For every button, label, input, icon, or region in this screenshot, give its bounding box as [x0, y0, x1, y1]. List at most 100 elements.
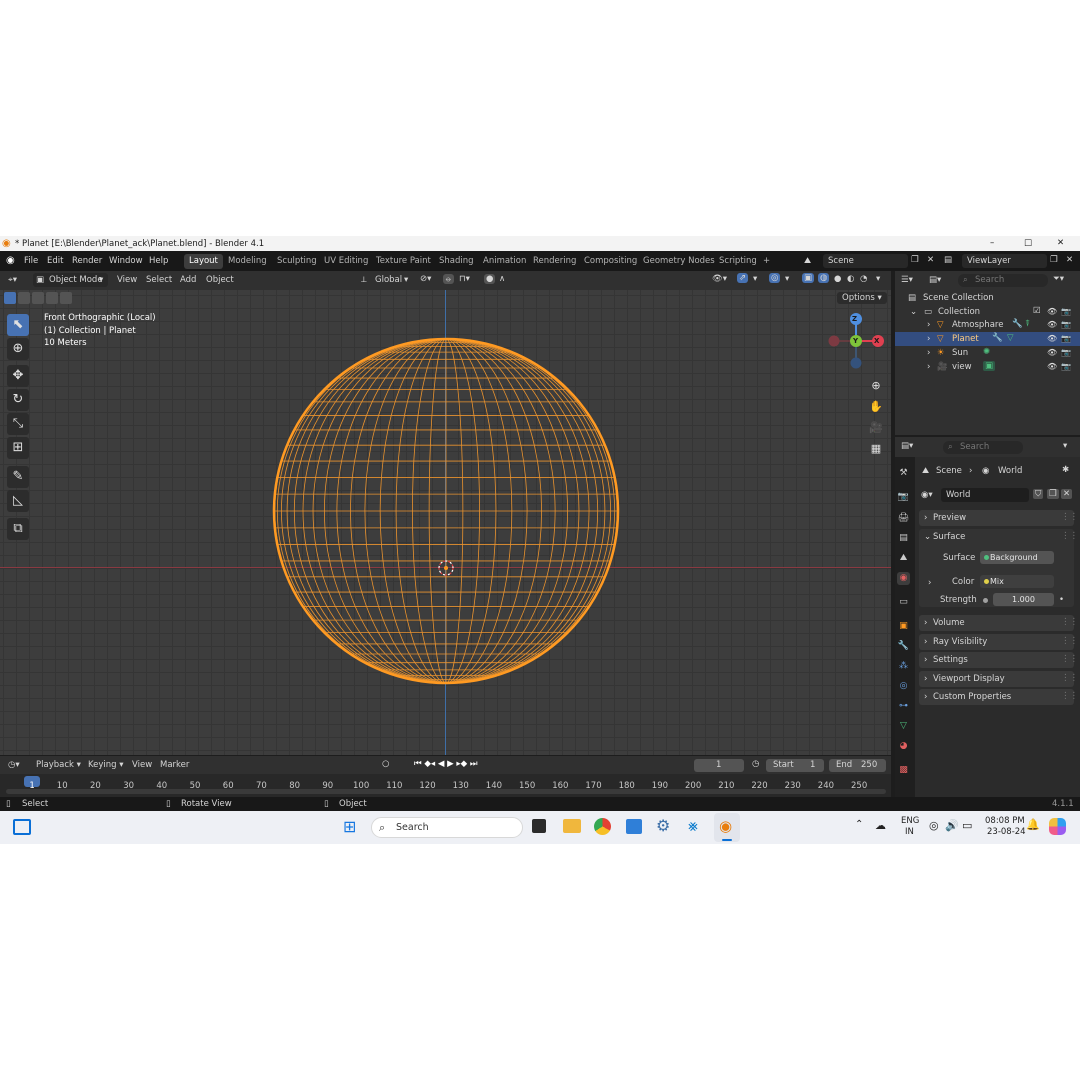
minimize-button[interactable]: –	[990, 238, 994, 248]
3d-cursor-icon[interactable]	[434, 556, 458, 580]
drag-handle-icon[interactable]: ⋮⋮	[1061, 673, 1078, 683]
tab-compositing[interactable]: Compositing	[579, 254, 642, 269]
language-line2[interactable]: IN	[905, 827, 914, 837]
add-workspace-button[interactable]: +	[758, 254, 775, 269]
wireframe-shading-icon[interactable]: ◍	[818, 273, 830, 283]
tab-layout[interactable]: Layout	[184, 254, 223, 269]
close-button[interactable]: ✕	[1057, 238, 1064, 248]
eye-icon[interactable]: 👁	[1047, 334, 1057, 343]
view-layer-selector[interactable]: ViewLayer	[962, 254, 1047, 268]
chevron-down-icon[interactable]: ▾	[785, 274, 789, 284]
new-view-layer-icon[interactable]: ❐	[1050, 255, 1058, 265]
timeline-menu-view[interactable]: View	[132, 760, 152, 770]
constraints-tab-icon[interactable]: ⊶	[897, 700, 910, 713]
eye-icon[interactable]: 👁	[1047, 362, 1057, 371]
menu-window[interactable]: Window	[109, 256, 143, 266]
ray-visibility-panel-header[interactable]: › Ray Visibility ⋮⋮	[919, 634, 1078, 650]
tab-animation[interactable]: Animation	[478, 254, 531, 269]
timeline-menu-playback[interactable]: Playback ▾	[36, 760, 81, 770]
chevron-down-icon[interactable]: ▾	[876, 274, 880, 284]
drag-handle-icon[interactable]: ⋮⋮	[1061, 531, 1078, 541]
tab-rendering[interactable]: Rendering	[528, 254, 581, 269]
fake-user-icon[interactable]: ⛉	[1033, 489, 1044, 499]
surface-section-label[interactable]: Surface	[933, 532, 965, 542]
physics-tab-icon[interactable]: ◎	[897, 680, 910, 693]
outliner-row-atmosphare[interactable]: › ▽ Atmosphare 🔧 ⍒ 👁 📷	[895, 318, 1080, 332]
eye-icon[interactable]: 👁	[1047, 348, 1057, 357]
chevron-up-icon[interactable]: ⌃	[855, 819, 863, 830]
clock-date[interactable]: 23-08-24	[987, 827, 1026, 837]
view-layer-tab-icon[interactable]: ▤	[897, 532, 910, 545]
clock-time[interactable]: 08:08 PM	[985, 816, 1025, 826]
falloff-icon[interactable]: ∧	[499, 274, 505, 284]
modifier-tab-icon[interactable]: 🔧	[897, 640, 910, 653]
rotate-tool-icon[interactable]: ↻	[7, 389, 29, 411]
cursor-tool-icon[interactable]: ⊕	[7, 338, 29, 360]
tool-tab-icon[interactable]: ⚒	[897, 467, 910, 480]
pin-icon[interactable]: ✱	[1062, 465, 1069, 475]
planet-wireframe[interactable]	[266, 334, 626, 688]
select-invert-icon[interactable]	[46, 292, 58, 304]
chevron-down-icon[interactable]: ⌄	[924, 532, 931, 542]
start-frame-field[interactable]: Start 1	[766, 759, 824, 772]
tab-texture-paint[interactable]: Texture Paint	[371, 254, 436, 269]
properties-search-input[interactable]: ⌕ Search	[943, 441, 1023, 454]
outliner-search-input[interactable]: ⌕ Search	[958, 274, 1048, 287]
color-input-field[interactable]: Mix	[980, 575, 1054, 588]
network-tray-icon[interactable]: ☁	[875, 819, 886, 832]
annotate-tool-icon[interactable]: ✎	[7, 466, 29, 488]
move-tool-icon[interactable]: ✥	[7, 365, 29, 387]
tab-scripting[interactable]: Scripting	[714, 254, 762, 269]
visibility-icon[interactable]: 👁▾	[712, 274, 727, 284]
snap-icon[interactable]: ⦵	[443, 274, 455, 284]
blender-menu-icon[interactable]: ◉	[6, 255, 15, 266]
globe-icon[interactable]: ◎	[929, 819, 939, 832]
select-box-tool-icon[interactable]: ⬉	[7, 314, 29, 336]
select-new-icon[interactable]	[4, 292, 16, 304]
viewport-menu-select[interactable]: Select	[146, 275, 172, 285]
scene-tab-icon[interactable]: ⛰	[897, 552, 910, 565]
tab-uv-editing[interactable]: UV Editing	[319, 254, 373, 269]
solid-shading-icon[interactable]: ●	[834, 274, 841, 284]
filter-icon[interactable]: ⏷▾	[1053, 274, 1064, 284]
outliner-row-planet[interactable]: › ▽ Planet 🔧 ▽ 👁 📷	[895, 332, 1080, 346]
remove-view-layer-icon[interactable]: ✕	[1066, 255, 1073, 265]
measure-tool-icon[interactable]: ◺	[7, 490, 29, 512]
new-scene-icon[interactable]: ❐	[911, 255, 919, 265]
chevron-right-icon[interactable]: ›	[927, 320, 930, 330]
3d-viewport[interactable]: Options ▾ ⬉ ⊕ ✥ ↻ ⤡ ⊞ ✎ ◺ ⧉ Front Orthog…	[0, 290, 891, 755]
scene-selector[interactable]: Scene	[823, 254, 908, 268]
select-extend-icon[interactable]	[18, 292, 30, 304]
chevron-right-icon[interactable]: ›	[927, 334, 930, 344]
chevron-right-icon[interactable]: ›	[927, 348, 930, 358]
tab-sculpting[interactable]: Sculpting	[272, 254, 322, 269]
drag-handle-icon[interactable]: ⋮⋮	[1061, 636, 1078, 646]
select-intersect-icon[interactable]	[60, 292, 72, 304]
scale-tool-icon[interactable]: ⤡	[7, 413, 29, 435]
add-cube-tool-icon[interactable]: ⧉	[7, 518, 29, 540]
chevron-down-icon[interactable]: ▾	[1063, 441, 1067, 451]
timeline-menu-keying[interactable]: Keying ▾	[88, 760, 124, 770]
camera-icon[interactable]: 📷	[1061, 334, 1071, 343]
vscode-icon[interactable]: ⨳	[688, 816, 698, 836]
keyframe-dot-icon[interactable]: •	[1059, 595, 1064, 605]
zoom-icon[interactable]: ⊕	[866, 376, 886, 396]
duplicate-icon[interactable]: ❐	[1047, 489, 1059, 499]
world-browse-icon[interactable]: ◉▾	[921, 490, 933, 500]
editor-type-icon[interactable]: ⌖▾	[8, 275, 17, 285]
unlink-icon[interactable]: ✕	[1061, 489, 1073, 499]
drag-handle-icon[interactable]: ⋮⋮	[1061, 617, 1078, 627]
chevron-down-icon[interactable]: ⌄	[910, 307, 917, 317]
chrome-icon[interactable]	[594, 818, 611, 835]
overlay-toggle-icon[interactable]: ◎	[769, 273, 781, 283]
options-dropdown[interactable]: Options ▾	[837, 292, 887, 304]
timeline-menu-marker[interactable]: Marker	[160, 760, 189, 770]
viewport-menu-object[interactable]: Object	[206, 275, 234, 285]
collection-tab-icon[interactable]: ▭	[897, 596, 910, 609]
chevron-down-icon[interactable]: ▾	[753, 274, 757, 284]
tab-modeling[interactable]: Modeling	[223, 254, 272, 269]
widgets-icon[interactable]	[13, 819, 31, 835]
collection-label[interactable]: Collection	[938, 307, 980, 317]
outliner-row-sun[interactable]: › ☀ Sun ✺ 👁 📷	[895, 346, 1080, 360]
tab-geometry-nodes[interactable]: Geometry Nodes	[638, 254, 720, 269]
